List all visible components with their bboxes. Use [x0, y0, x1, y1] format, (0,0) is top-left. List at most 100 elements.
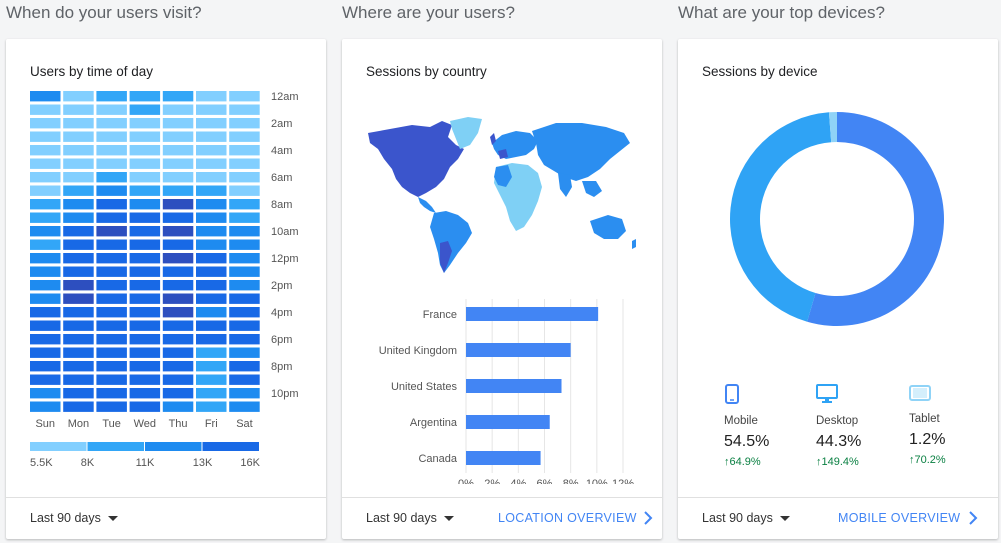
heatmap-cell [96, 320, 127, 331]
heatmap-cell [196, 172, 227, 183]
x-tick-label: 4% [510, 478, 526, 484]
devices-title: Sessions by device [702, 64, 818, 79]
location-footer: Last 90 days LOCATION OVERVIEW [342, 497, 662, 539]
heatmap-cell [129, 293, 161, 304]
heatmap-cell [96, 361, 127, 372]
heatmap-cell [30, 199, 61, 210]
heatmap-cell [129, 361, 161, 372]
chevron-right-icon[interactable] [643, 510, 653, 526]
heatmap-cell [229, 145, 260, 156]
date-range-dropdown[interactable]: Last 90 days [702, 511, 790, 525]
heatmap-cell [229, 131, 260, 142]
device-percent: 1.2% [909, 431, 946, 448]
heatmap-cell [96, 91, 127, 102]
heatmap-cell [63, 253, 94, 264]
x-tick-label: 12% [612, 478, 634, 484]
heatmap-cell [162, 253, 194, 264]
heatmap-cell [63, 320, 94, 331]
location-overview-link[interactable]: LOCATION OVERVIEW [498, 511, 637, 525]
heatmap-cell [162, 361, 194, 372]
heatmap-cell [63, 347, 94, 358]
date-range-label: Last 90 days [30, 511, 101, 525]
heatmap-cell [162, 266, 194, 277]
heatmap-cell [162, 104, 194, 115]
device-change: ↑70.2% [909, 454, 946, 466]
world-map [368, 117, 636, 273]
heatmap-cell [96, 185, 127, 196]
users-time-heatmap: 12am 2am 4am 6am 8am 10am 12pm 2pm 4pm 6pm 8pm 10pm… [30, 91, 299, 469]
heatmap-cell [196, 239, 227, 250]
x-tick-label: 8% [563, 478, 579, 484]
date-range-label: Last 90 days [702, 511, 773, 525]
heatmap-cell [196, 104, 227, 115]
heatmap-cell [96, 266, 127, 277]
heatmap-cell [96, 401, 127, 412]
heatmap-cell [229, 334, 260, 345]
heatmap-cell [30, 320, 61, 331]
heatmap-cell [229, 253, 260, 264]
heatmap-cell [30, 145, 61, 156]
heatmap-cell [63, 185, 94, 196]
day-label: Sun [35, 418, 55, 430]
heatmap-cell [196, 253, 227, 264]
chevron-right-icon[interactable] [968, 510, 978, 526]
tablet-icon [909, 385, 931, 401]
heatmap-cell [63, 361, 94, 372]
heatmap-cell [162, 199, 194, 210]
heatmap-cell [129, 91, 161, 102]
heatmap-cell [162, 239, 194, 250]
bar [466, 343, 571, 357]
heatmap-cell [129, 334, 161, 345]
heatmap-cell [63, 401, 94, 412]
heatmap-cell [129, 158, 161, 169]
date-range-dropdown[interactable]: Last 90 days [30, 511, 118, 525]
day-label: Wed [134, 418, 156, 430]
heatmap-cell [196, 199, 227, 210]
heatmap-cell [96, 334, 127, 345]
heatmap-cell [196, 388, 227, 399]
bar [466, 307, 599, 321]
heatmap-cell [162, 158, 194, 169]
heatmap-cell [30, 401, 61, 412]
category-label: United States [391, 381, 458, 393]
heatmap-cell [196, 280, 227, 291]
map-australia [590, 215, 626, 239]
heatmap-cell [196, 212, 227, 223]
legend-swatch [87, 442, 144, 451]
heatmap-cell [96, 158, 127, 169]
heatmap-cell [30, 158, 61, 169]
heatmap-cell [96, 374, 127, 385]
heatmap-cell [196, 118, 227, 129]
x-tick-label: 2% [484, 478, 500, 484]
day-label: Tue [102, 418, 121, 430]
heatmap-cell [96, 388, 127, 399]
heatmap-cell [96, 131, 127, 142]
device-name: Tablet [909, 413, 940, 425]
heatmap-cell [63, 131, 94, 142]
date-range-dropdown[interactable]: Last 90 days [366, 511, 454, 525]
heatmap-cell [129, 266, 161, 277]
heatmap-cell [63, 266, 94, 277]
heatmap-cell [63, 334, 94, 345]
heatmap-cell [196, 374, 227, 385]
x-tick-label: 0% [458, 478, 474, 484]
location-card: Sessions by country 0% 2% 4% 6% 8% 10% 12% Fran… [342, 39, 662, 539]
heatmap-cell [129, 401, 161, 412]
heatmap-cell [162, 91, 194, 102]
category-label: Argentina [410, 417, 458, 429]
heatmap-cell [96, 293, 127, 304]
heatmap-cell [63, 307, 94, 318]
heatmap-cell [129, 104, 161, 115]
heatmap-cell [162, 374, 194, 385]
heatmap-cell [30, 307, 61, 318]
hour-label: 4am [271, 145, 292, 157]
day-label: Sat [236, 418, 253, 430]
hour-label: 10pm [271, 388, 299, 400]
category-label: France [423, 309, 457, 321]
mobile-overview-link[interactable]: MOBILE OVERVIEW [838, 511, 960, 525]
heatmap-cell [30, 239, 61, 250]
heatmap-cell [129, 280, 161, 291]
heatmap-cell [30, 374, 61, 385]
hour-label: 10am [271, 226, 299, 238]
heatmap-cell [96, 145, 127, 156]
